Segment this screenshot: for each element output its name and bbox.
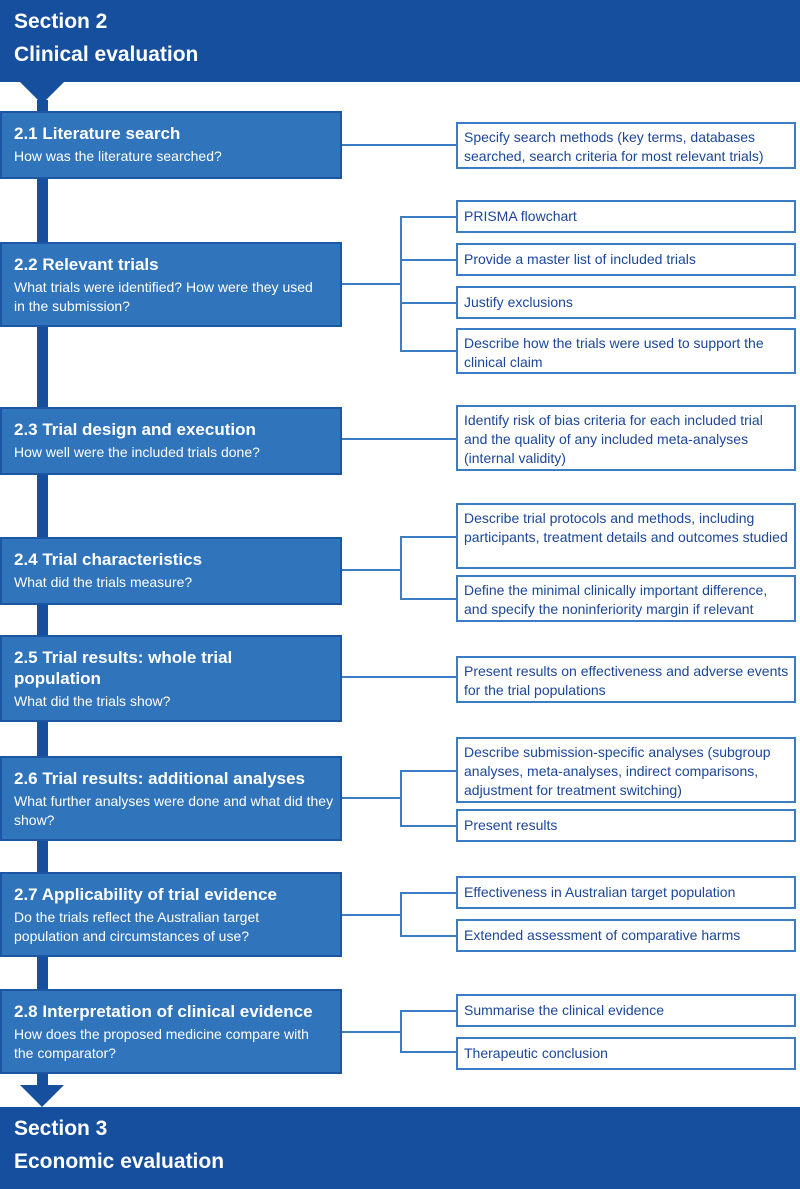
connector-line [342, 569, 402, 571]
connector-line [400, 1051, 456, 1053]
step-box-2-7: 2.7 Applicability of trial evidence Do t… [0, 872, 342, 957]
step-title: 2.4 Trial characteristics [14, 550, 203, 569]
section-3-number: Section 3 [14, 1117, 108, 1140]
connector-branch [400, 892, 402, 937]
step-item: Identify risk of bias criteria for each … [456, 405, 796, 471]
step-item: Therapeutic conclusion [456, 1037, 796, 1070]
step-item: Justify exclusions [456, 286, 796, 319]
step-item-text: Describe how the trials were used to sup… [464, 335, 764, 370]
connector-line [400, 350, 456, 352]
connector-line [400, 259, 456, 261]
step-item-text: Describe trial protocols and methods, in… [464, 510, 788, 545]
section-3-title: Economic evaluation [14, 1150, 225, 1173]
step-item-text: Define the minimal clinically important … [464, 582, 768, 617]
section-2-title: Clinical evaluation [14, 43, 199, 66]
connector-line [342, 283, 402, 285]
connector-line [400, 598, 456, 600]
step-item-text: Provide a master list of included trials [464, 251, 696, 267]
step-item: Present results on effectiveness and adv… [456, 656, 796, 703]
section-2-header: Section 2 Clinical evaluation [0, 0, 800, 82]
step-item-text: PRISMA flowchart [464, 208, 577, 224]
connector-line [400, 302, 456, 304]
section-2-number: Section 2 [14, 10, 108, 33]
step-item-text: Identify risk of bias criteria for each … [464, 412, 763, 466]
step-item: Describe trial protocols and methods, in… [456, 503, 796, 569]
step-title: 2.6 Trial results: additional analyses [14, 769, 306, 788]
step-item: Define the minimal clinically important … [456, 575, 796, 622]
step-item: Specify search methods (key terms, datab… [456, 122, 796, 169]
connector-line [342, 438, 456, 440]
step-box-2-3: 2.3 Trial design and execution How well … [0, 407, 342, 475]
step-question: What further analyses were done and what… [14, 793, 334, 828]
connector-line [400, 216, 456, 218]
step-item-text: Specify search methods (key terms, datab… [464, 129, 764, 164]
step-item-text: Effectiveness in Australian target popul… [464, 884, 736, 900]
step-item: Extended assessment of comparative harms [456, 919, 796, 952]
connector-branch [400, 216, 402, 351]
step-question: What did the trials show? [14, 693, 171, 709]
connector-line [400, 825, 456, 827]
step-item-text: Present results on effectiveness and adv… [464, 663, 789, 698]
step-title: 2.8 Interpretation of clinical evidence [14, 1002, 313, 1021]
step-item-text: Extended assessment of comparative harms [464, 927, 741, 943]
step-box-2-8: 2.8 Interpretation of clinical evidence … [0, 989, 342, 1074]
step-question: How was the literature searched? [14, 148, 222, 164]
step-question: How does the proposed medicine compare w… [14, 1026, 309, 1061]
step-item-text: Justify exclusions [464, 294, 573, 310]
step-item-text: Summarise the clinical evidence [464, 1002, 664, 1018]
connector-line [400, 892, 456, 894]
connector-line [400, 536, 456, 538]
connector-line [342, 1031, 402, 1033]
step-item-text: Describe submission-specific analyses (s… [464, 744, 771, 798]
step-item-text: Present results [464, 817, 558, 833]
step-question: What trials were identified? How were th… [14, 279, 313, 314]
section-3-header: Section 3 Economic evaluation [0, 1107, 800, 1189]
connector-line [400, 935, 456, 937]
step-item: Provide a master list of included trials [456, 243, 796, 276]
step-box-2-2: 2.2 Relevant trials What trials were ide… [0, 242, 342, 327]
connector-line [342, 914, 402, 916]
step-box-2-5: 2.5 Trial results: whole trial populatio… [0, 635, 342, 722]
connector-branch [400, 770, 402, 827]
step-item: Describe submission-specific analyses (s… [456, 737, 796, 803]
connector-branch [400, 1010, 402, 1053]
step-box-2-4: 2.4 Trial characteristics What did the t… [0, 537, 342, 605]
connector-line [342, 144, 456, 146]
step-item: PRISMA flowchart [456, 200, 796, 233]
step-item-text: Therapeutic conclusion [464, 1045, 608, 1061]
step-title: 2.5 Trial results: whole trial populatio… [14, 648, 233, 688]
step-item: Summarise the clinical evidence [456, 994, 796, 1027]
step-question: What did the trials measure? [14, 574, 193, 590]
step-title: 2.7 Applicability of trial evidence [14, 885, 277, 904]
connector-branch [400, 536, 402, 600]
step-title: 2.2 Relevant trials [14, 255, 159, 274]
step-box-2-6: 2.6 Trial results: additional analyses W… [0, 756, 342, 841]
step-title: 2.3 Trial design and execution [14, 420, 256, 439]
connector-line [342, 797, 402, 799]
arrow-down-icon [20, 1085, 64, 1107]
step-item: Describe how the trials were used to sup… [456, 328, 796, 374]
step-item: Effectiveness in Australian target popul… [456, 876, 796, 909]
step-title: 2.1 Literature search [14, 124, 181, 143]
connector-line [342, 676, 456, 678]
step-box-2-1: 2.1 Literature search How was the litera… [0, 111, 342, 179]
step-question: Do the trials reflect the Australian tar… [14, 909, 260, 944]
connector-line [400, 770, 456, 772]
step-item: Present results [456, 809, 796, 842]
connector-line [400, 1010, 456, 1012]
step-question: How well were the included trials done? [14, 444, 260, 460]
